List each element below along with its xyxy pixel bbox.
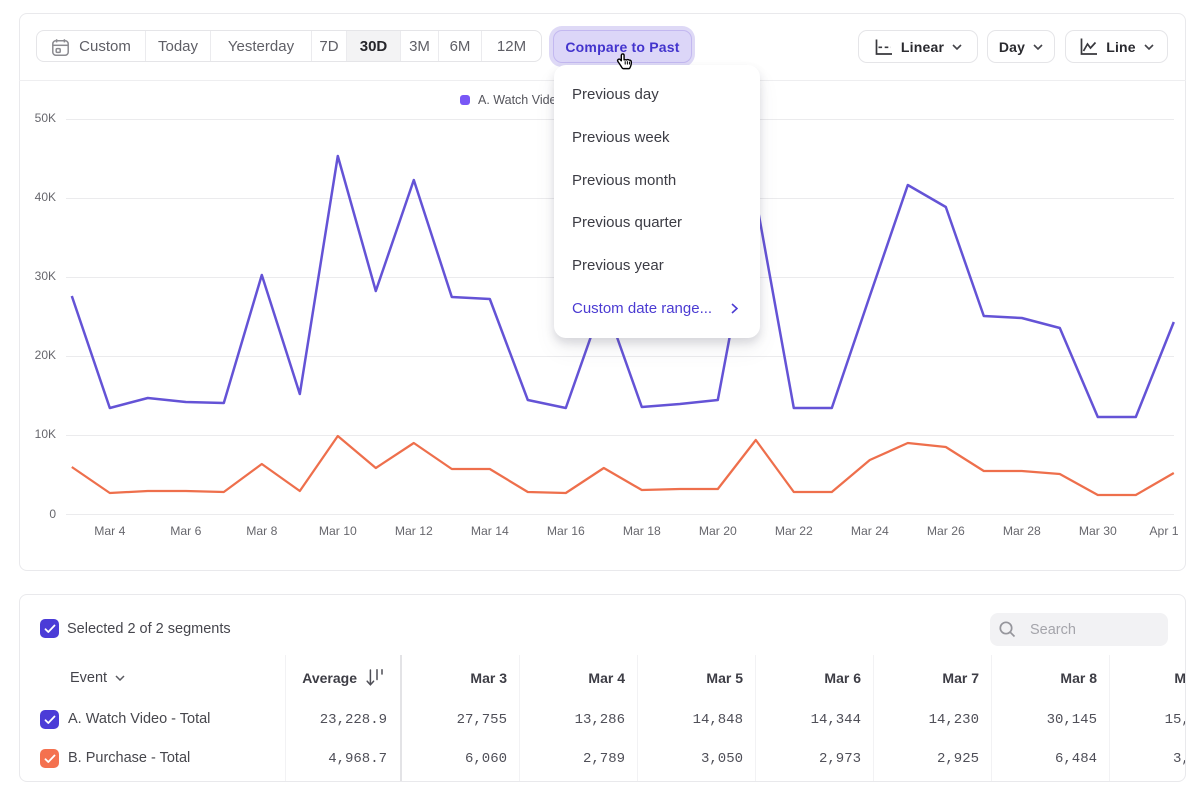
svg-text:10K: 10K	[35, 427, 56, 441]
svg-text:Mar 18: Mar 18	[623, 524, 661, 538]
svg-text:Mar 10: Mar 10	[319, 524, 357, 538]
svg-text:Mar 28: Mar 28	[1003, 524, 1041, 538]
svg-text:Mar 20: Mar 20	[699, 524, 737, 538]
svg-text:Mar 24: Mar 24	[851, 524, 889, 538]
svg-text:50K: 50K	[35, 111, 56, 125]
svg-text:Mar 22: Mar 22	[775, 524, 813, 538]
svg-text:Mar 30: Mar 30	[1079, 524, 1117, 538]
svg-text:Mar 4: Mar 4	[94, 524, 125, 538]
svg-text:30K: 30K	[35, 269, 56, 283]
svg-text:Mar 6: Mar 6	[170, 524, 201, 538]
svg-text:Mar 12: Mar 12	[395, 524, 433, 538]
svg-text:40K: 40K	[35, 190, 56, 204]
svg-text:Apr 1: Apr 1	[1149, 524, 1178, 538]
svg-text:Mar 14: Mar 14	[471, 524, 509, 538]
svg-text:0: 0	[49, 507, 56, 521]
svg-text:Mar 16: Mar 16	[547, 524, 585, 538]
svg-text:Mar 26: Mar 26	[927, 524, 965, 538]
svg-text:Mar 8: Mar 8	[246, 524, 277, 538]
svg-text:20K: 20K	[35, 348, 56, 362]
